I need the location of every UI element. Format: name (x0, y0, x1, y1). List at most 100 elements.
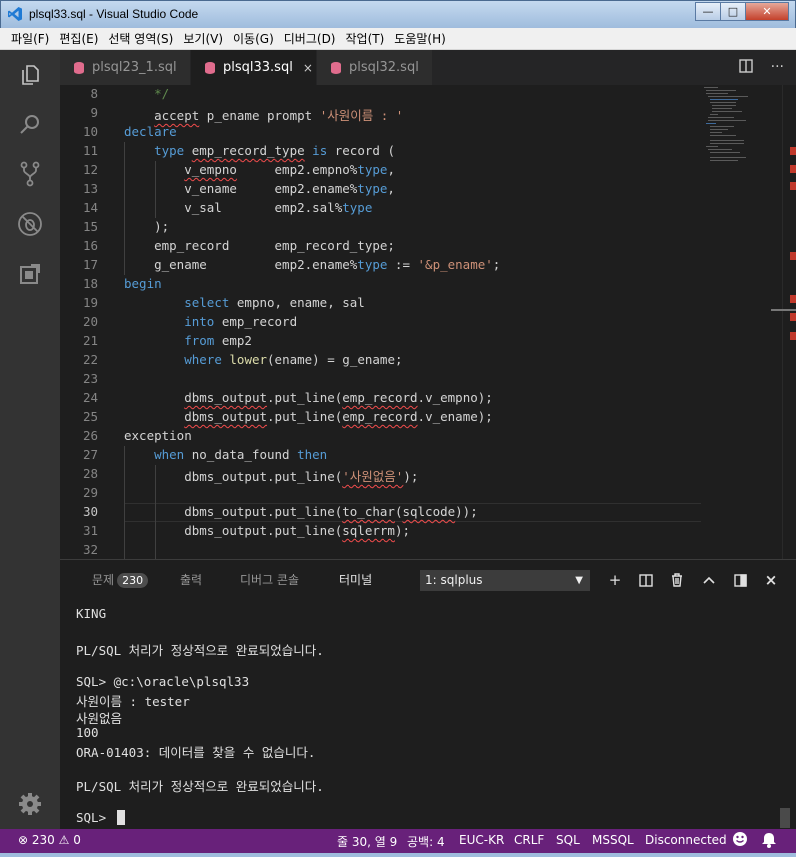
line-number: 29 (82, 485, 98, 500)
tab-plsql23-1[interactable]: plsql23_1.sql (60, 50, 190, 85)
code-token: dbms_output (184, 409, 268, 424)
menu-selection[interactable]: 선택 영역(S) (103, 30, 178, 47)
explorer-icon[interactable] (15, 60, 45, 90)
gear-icon[interactable] (15, 789, 45, 819)
search-icon[interactable] (15, 109, 45, 139)
code-token: is (312, 143, 328, 158)
code-token: emp2.empno% (236, 162, 358, 177)
code-line: exception (124, 428, 192, 443)
code-line: g_ename emp2.ename%type := '&p_ename'; (124, 257, 500, 272)
tab-debug-console[interactable]: 디버그 콘솔 (240, 571, 299, 588)
code-token: dbms_output.put_line( (124, 469, 343, 484)
menu-go[interactable]: 이동(G) (228, 30, 279, 47)
code-token: type (342, 200, 373, 215)
tab-label: plsql33.sql (223, 60, 293, 75)
menu-file[interactable]: 파일(F) (6, 30, 54, 47)
code-token: ); (124, 219, 170, 234)
code-token: where (184, 352, 222, 367)
menu-tasks[interactable]: 작업(T) (341, 30, 390, 47)
terminal-text: PL/SQL 처리가 정상적으로 완료되었습니다. (76, 779, 324, 794)
database-type[interactable]: MSSQL (592, 833, 634, 847)
minimize-icon: — (702, 5, 714, 18)
problems-status[interactable]: ⊗ 230 ⚠ 0 (18, 833, 81, 847)
line-ending[interactable]: CRLF (514, 833, 544, 847)
new-terminal-button[interactable]: + (606, 570, 624, 590)
code-token: record ( (327, 143, 395, 158)
code-token: emp_record (342, 409, 418, 424)
language-mode[interactable]: SQL (556, 833, 580, 847)
maximize-button[interactable]: □ (720, 2, 746, 21)
minimize-button[interactable]: — (695, 2, 721, 21)
line-number: 26 (82, 428, 98, 443)
code-token: dbms_output (184, 390, 268, 405)
menu-view[interactable]: 보기(V) (178, 30, 228, 47)
split-terminal-icon[interactable] (637, 570, 655, 590)
terminal-select[interactable]: 1: sqlplus ▼ (420, 570, 590, 591)
line-number: 17 (82, 257, 98, 272)
terminal-line: KING (76, 606, 106, 621)
code-token: , (387, 181, 395, 196)
code-token: into (184, 314, 215, 329)
code-token: v_sal emp2.sal% (124, 200, 343, 215)
encoding[interactable]: EUC-KR (459, 833, 504, 847)
maximize-icon: □ (727, 5, 739, 18)
warning-icon: ⚠ (58, 833, 70, 847)
code-token: then (297, 447, 328, 462)
menu-help[interactable]: 도움말(H) (389, 30, 451, 47)
split-editor-icon[interactable] (738, 59, 753, 77)
terminal-line: PL/SQL 처리가 정상적으로 완료되었습니다. (76, 640, 324, 659)
smiley-feedback-icon[interactable] (732, 831, 748, 850)
connection-status[interactable]: Disconnected (645, 833, 727, 847)
code-line: */ (124, 86, 169, 101)
code-token: sqlcode (402, 504, 456, 519)
error-marker (790, 295, 796, 303)
editor-scrollbar[interactable] (771, 85, 796, 559)
menu-debug[interactable]: 디버그(D) (279, 30, 341, 47)
code-editor[interactable]: 8 9 10 11 12 13 14 15 16 17 18 19 20 21 22 23 24 25 26 27 28… (60, 85, 796, 559)
maximize-panel-icon[interactable] (731, 570, 749, 590)
tab-problems[interactable]: 문제 230 (92, 571, 149, 588)
error-marker (790, 313, 796, 321)
code-line: v_ename emp2.ename%type, (124, 181, 395, 196)
extensions-icon[interactable] (15, 259, 45, 289)
tab-terminal[interactable]: 터미널 (339, 571, 372, 588)
error-marker (790, 182, 796, 190)
chevron-up-icon[interactable] (700, 570, 718, 590)
code-token: when (154, 447, 185, 462)
window-frame-bottom (0, 853, 796, 857)
indent-guide (155, 465, 156, 559)
code-line: dbms_output.put_line(emp_record.v_empno)… (124, 390, 493, 405)
close-tab-icon[interactable]: × (303, 61, 313, 75)
line-number: 25 (82, 409, 98, 424)
tab-plsql33[interactable]: plsql33.sql × (191, 50, 316, 85)
terminal-scrollbar[interactable] (780, 808, 790, 828)
code-token: v_ename emp2.ename% (124, 181, 358, 196)
menu-edit[interactable]: 편집(E) (54, 30, 103, 47)
more-actions-icon[interactable]: ··· (771, 59, 784, 77)
code-token: emp2 (214, 333, 252, 348)
debug-icon[interactable] (15, 209, 45, 239)
close-window-button[interactable]: ✕ (745, 2, 789, 21)
close-panel-icon[interactable]: × (762, 570, 780, 590)
minimap[interactable] (700, 85, 785, 165)
code-token: exception (124, 428, 192, 443)
trash-icon[interactable] (668, 570, 686, 590)
notification-bell-icon[interactable] (762, 832, 776, 851)
warning-count: 0 (73, 833, 81, 847)
tab-output[interactable]: 출력 (180, 571, 202, 588)
terminal-text: 100 (76, 725, 99, 740)
indentation[interactable]: 공백: 4 (407, 833, 445, 850)
tab-plsql32[interactable]: plsql32.sql (317, 50, 432, 85)
line-number: 32 (82, 542, 98, 557)
code-token: ; (492, 257, 501, 272)
source-control-icon[interactable] (15, 159, 45, 189)
cursor-position[interactable]: 줄 30, 열 9 (337, 833, 397, 850)
code-line: v_empno emp2.empno%type, (124, 162, 395, 177)
code-token: g_ename emp2.ename% (124, 257, 358, 272)
window-title: plsql33.sql - Visual Studio Code (29, 7, 199, 21)
